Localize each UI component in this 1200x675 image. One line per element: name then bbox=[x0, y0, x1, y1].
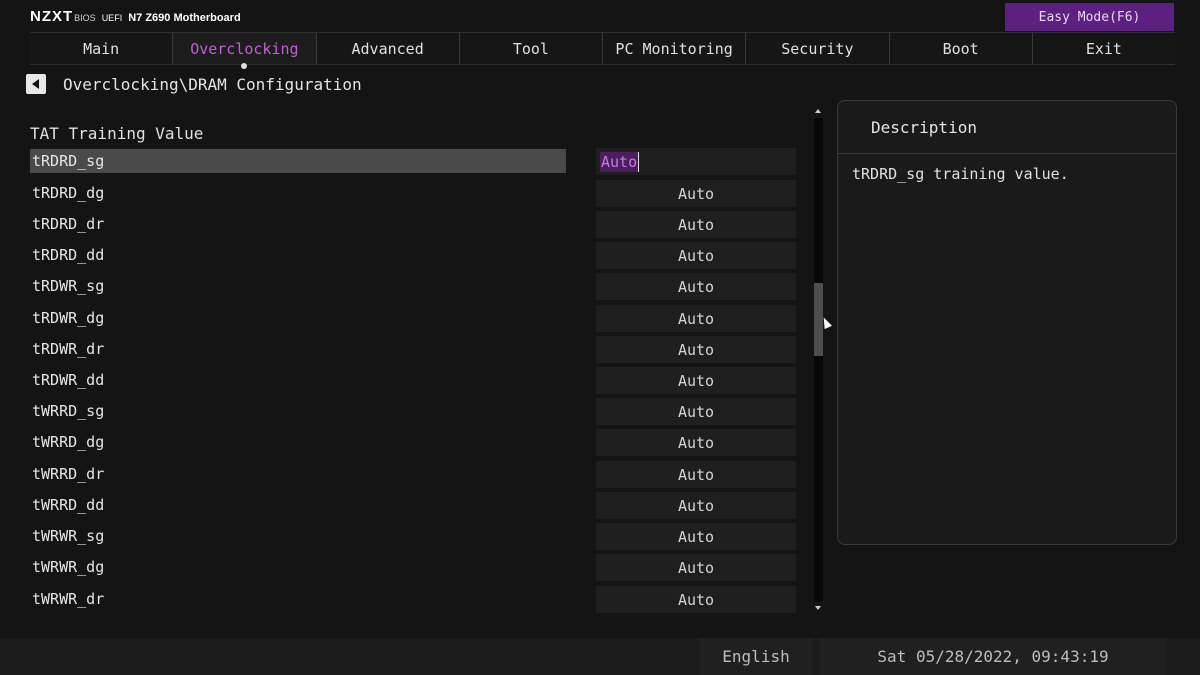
setting-value[interactable]: Auto bbox=[596, 461, 796, 488]
setting-row[interactable]: tRDRD_dd Auto bbox=[30, 242, 796, 269]
setting-label: tWRRD_sg bbox=[32, 402, 105, 420]
setting-label: tWRRD_dd bbox=[32, 496, 105, 514]
setting-row[interactable]: tWRRD_sg Auto bbox=[30, 398, 796, 425]
tab-advanced[interactable]: Advanced bbox=[315, 33, 459, 64]
setting-value-input[interactable]: Auto bbox=[596, 148, 796, 175]
breadcrumb-path: Overclocking\DRAM Configuration bbox=[63, 74, 362, 94]
back-arrow-icon[interactable] bbox=[26, 74, 46, 94]
easy-mode-button[interactable]: Easy Mode(F6) bbox=[1005, 3, 1174, 31]
setting-label: tWRWR_dg bbox=[32, 558, 105, 576]
board-model: N7 Z690 Motherboard bbox=[128, 12, 241, 24]
section-title: TAT Training Value bbox=[30, 124, 204, 143]
status-bar: English Sat 05/28/2022, 09:43:19 bbox=[0, 638, 1200, 675]
brand-bios: BIOS bbox=[74, 13, 96, 23]
setting-label: tRDWR_dr bbox=[32, 340, 105, 358]
setting-label: tRDRD_dr bbox=[32, 215, 105, 233]
setting-row[interactable]: tWRRD_dg Auto bbox=[30, 429, 796, 456]
setting-value[interactable]: Auto bbox=[596, 586, 796, 613]
setting-value[interactable]: Auto bbox=[596, 492, 796, 519]
setting-value[interactable]: Auto bbox=[596, 180, 796, 207]
breadcrumb: Overclocking\DRAM Configuration bbox=[26, 73, 362, 95]
main-nav: Main Overclocking Advanced Tool PC Monit… bbox=[30, 32, 1175, 69]
setting-value[interactable]: Auto bbox=[596, 523, 796, 550]
setting-value[interactable]: Auto bbox=[596, 242, 796, 269]
setting-row[interactable]: tRDRD_dg Auto bbox=[30, 180, 796, 207]
setting-value[interactable]: Auto bbox=[596, 273, 796, 300]
setting-label: tRDRD_sg bbox=[32, 152, 105, 170]
setting-label: tRDRD_dg bbox=[32, 184, 105, 202]
setting-row[interactable]: tWRWR_dg Auto bbox=[30, 554, 796, 581]
setting-label: tRDWR_dg bbox=[32, 309, 105, 327]
setting-value[interactable]: Auto bbox=[596, 211, 796, 238]
setting-value[interactable]: Auto bbox=[596, 367, 796, 394]
setting-label: tWRWR_dr bbox=[32, 590, 105, 608]
setting-value[interactable]: Auto bbox=[596, 398, 796, 425]
setting-row[interactable]: tWRWR_sg Auto bbox=[30, 523, 796, 550]
setting-row[interactable]: tRDRD_sg Auto bbox=[30, 148, 796, 175]
setting-label: tWRRD_dr bbox=[32, 465, 105, 483]
brand: NZXTBIOS UEFI N7 Z690 Motherboard bbox=[30, 8, 241, 26]
description-panel: Description tRDRD_sg training value. bbox=[837, 100, 1177, 545]
tab-pc-monitoring[interactable]: PC Monitoring bbox=[602, 33, 746, 64]
tab-main[interactable]: Main bbox=[30, 33, 173, 64]
top-bar: NZXTBIOS UEFI N7 Z690 Motherboard Easy Mod… bbox=[0, 0, 1200, 32]
tab-exit[interactable]: Exit bbox=[1031, 33, 1175, 64]
description-text: tRDRD_sg training value. bbox=[852, 165, 1069, 183]
tab-boot[interactable]: Boot bbox=[888, 33, 1032, 64]
setting-label: tRDRD_dd bbox=[32, 246, 105, 264]
setting-value[interactable]: Auto bbox=[596, 554, 796, 581]
setting-row[interactable]: tRDWR_dr Auto bbox=[30, 336, 796, 363]
scrollbar-track[interactable] bbox=[814, 118, 823, 602]
description-title: Description bbox=[838, 101, 1176, 154]
datetime-display: Sat 05/28/2022, 09:43:19 bbox=[820, 638, 1166, 675]
setting-row[interactable]: tWRRD_dr Auto bbox=[30, 461, 796, 488]
scroll-down-arrow-icon[interactable] bbox=[815, 606, 821, 610]
setting-row[interactable]: tRDWR_sg Auto bbox=[30, 273, 796, 300]
setting-row[interactable]: tRDWR_dg Auto bbox=[30, 305, 796, 332]
setting-value[interactable]: Auto bbox=[596, 305, 796, 332]
tab-tool[interactable]: Tool bbox=[458, 33, 602, 64]
brand-uefi: UEFI bbox=[101, 13, 123, 23]
language-selector[interactable]: English bbox=[700, 638, 812, 675]
tab-overclocking[interactable]: Overclocking bbox=[172, 33, 316, 69]
setting-label: tWRWR_sg bbox=[32, 527, 105, 545]
setting-value[interactable]: Auto bbox=[596, 336, 796, 363]
setting-value[interactable]: Auto bbox=[596, 429, 796, 456]
brand-logo: NZXT bbox=[30, 8, 74, 25]
scroll-up-arrow-icon[interactable] bbox=[815, 109, 821, 113]
setting-row[interactable]: tWRWR_dr Auto bbox=[30, 586, 796, 613]
selection-highlight bbox=[30, 149, 566, 173]
setting-label: tWRRD_dg bbox=[32, 433, 105, 451]
setting-label: tRDWR_sg bbox=[32, 277, 105, 295]
setting-row[interactable]: tRDWR_dd Auto bbox=[30, 367, 796, 394]
setting-row[interactable]: tWRRD_dd Auto bbox=[30, 492, 796, 519]
setting-label: tRDWR_dd bbox=[32, 371, 105, 389]
setting-row[interactable]: tRDRD_dr Auto bbox=[30, 211, 796, 238]
setting-value-text[interactable]: Auto bbox=[600, 151, 640, 172]
tab-security[interactable]: Security bbox=[745, 33, 889, 64]
